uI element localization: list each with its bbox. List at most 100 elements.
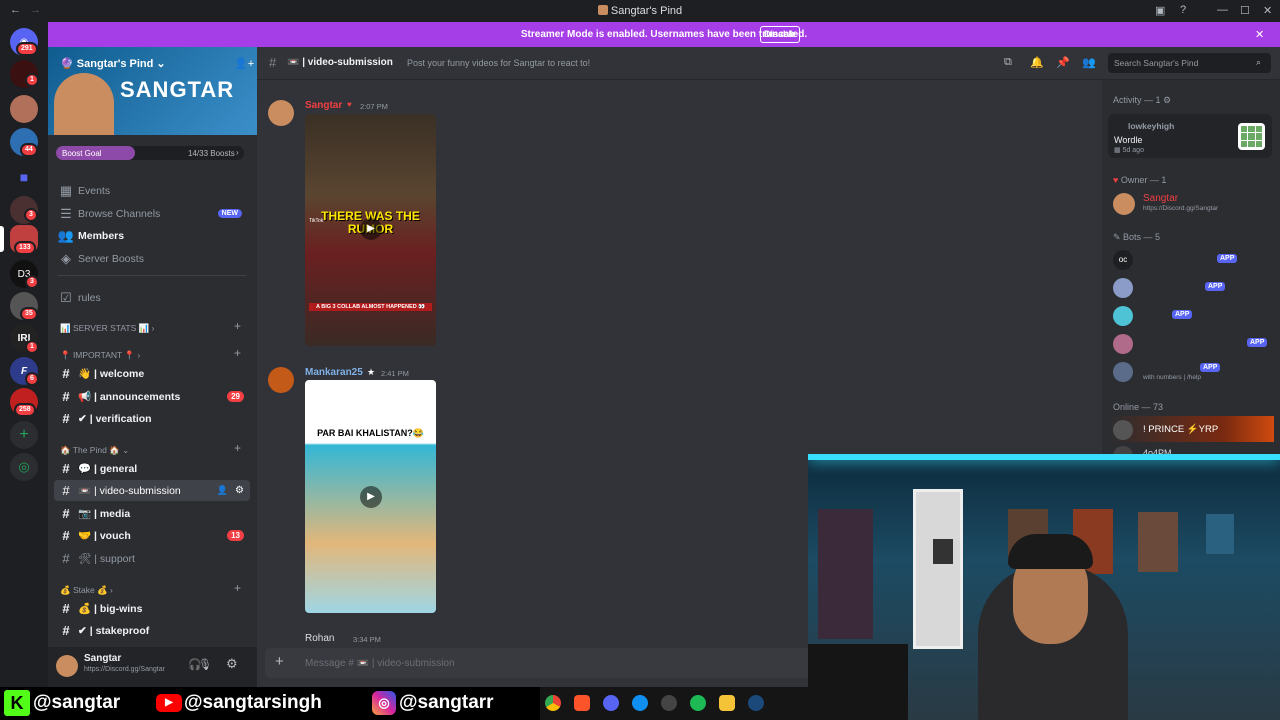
channel-big-wins[interactable]: # 💰 | big-wins bbox=[54, 598, 250, 619]
hash-icon: # bbox=[62, 506, 70, 521]
browse-channels-icon: ☰ bbox=[60, 205, 72, 221]
owner-name[interactable]: Sangtar bbox=[1143, 193, 1178, 204]
user-name[interactable]: Sangtar bbox=[84, 653, 121, 664]
nav-members[interactable]: 👥 Members bbox=[54, 225, 250, 246]
activity-card[interactable]: lowkeyhigh Wordle ▦ 5d ago bbox=[1108, 114, 1272, 158]
nav-browse-channels[interactable]: ☰ Browse Channels NEW bbox=[54, 203, 250, 224]
video-attachment[interactable]: PAR BAI KHALISTAN?😂 ▶ bbox=[305, 380, 436, 613]
channel-vouch[interactable]: # 🤝 | vouch 13 bbox=[54, 525, 250, 546]
channel-support[interactable]: # 🛠 | support bbox=[54, 548, 250, 569]
category-stake[interactable]: 💰 Stake 💰 › bbox=[60, 585, 113, 596]
server-name[interactable]: 🔮 Sangtar's Pind ⌄ bbox=[60, 57, 166, 70]
rules-icon: ☑ bbox=[60, 289, 72, 305]
create-invite-icon[interactable]: 👤 bbox=[217, 485, 228, 496]
boost-goal-bar[interactable]: Boost Goal 14/33 Boosts › bbox=[56, 146, 244, 162]
channel-rules[interactable]: ☑ rules bbox=[54, 287, 250, 308]
avatar[interactable] bbox=[1113, 193, 1135, 215]
category-important[interactable]: 📍 IMPORTANT 📍 › bbox=[60, 350, 140, 361]
play-icon[interactable]: ▶ bbox=[360, 486, 382, 508]
add-channel-icon[interactable]: + bbox=[234, 319, 241, 333]
help-icon[interactable]: ? bbox=[1180, 4, 1186, 16]
avatar[interactable] bbox=[56, 655, 78, 677]
video-attachment[interactable]: THERE WAS THE RUMOR A BIG 3 COLLAB ALMOS… bbox=[305, 114, 436, 346]
avatar bbox=[1113, 420, 1133, 440]
channel-video-submission[interactable]: # 📼 | video-submission 👤 ⚙ bbox=[54, 480, 250, 501]
server-badge: 258 bbox=[14, 403, 36, 417]
message-author[interactable]: Rohan bbox=[305, 633, 334, 644]
server-banner[interactable]: 🔮 Sangtar's Pind ⌄ 👤+ SANGTAR bbox=[48, 47, 257, 135]
member-list-icon[interactable]: 👥 bbox=[1082, 56, 1096, 69]
divider bbox=[58, 275, 246, 276]
chair bbox=[808, 644, 908, 720]
server-badge: 35 bbox=[20, 307, 38, 321]
search-input[interactable]: Search Sangtar's Pind ⌕ bbox=[1108, 53, 1271, 73]
nav-events[interactable]: ▦ Events bbox=[54, 180, 250, 201]
channel-verification[interactable]: # ✔ | verification bbox=[54, 408, 250, 429]
channel-stakeproof[interactable]: # ✔ | stakeproof bbox=[54, 620, 250, 641]
bot-avatar[interactable] bbox=[1113, 278, 1133, 298]
user-settings-gear-icon[interactable]: ⚙ bbox=[226, 656, 238, 672]
add-server-icon[interactable]: + bbox=[10, 421, 38, 449]
bot-avatar[interactable] bbox=[1113, 334, 1133, 354]
message-timestamp: 3:34 PM bbox=[353, 635, 381, 644]
bell-icon[interactable]: 🔔 bbox=[1030, 56, 1044, 69]
headphones-icon[interactable]: 🎧 bbox=[188, 658, 202, 671]
explore-icon[interactable]: ◎ bbox=[10, 453, 38, 481]
server-boost-icon: 🔮 bbox=[60, 58, 77, 70]
add-attachment-icon[interactable]: + bbox=[275, 653, 284, 670]
channel-media[interactable]: # 📷 | media bbox=[54, 503, 250, 524]
avatar[interactable] bbox=[268, 100, 294, 126]
channel-welcome[interactable]: # 👋 | welcome bbox=[54, 363, 250, 384]
add-channel-icon[interactable]: + bbox=[234, 581, 241, 595]
gear-icon[interactable]: ⚙ bbox=[235, 485, 244, 496]
disable-streamer-button[interactable]: Disable bbox=[760, 26, 800, 43]
threads-icon[interactable]: ⧉ bbox=[1004, 56, 1012, 69]
taskbar bbox=[540, 687, 808, 720]
pin-icon[interactable]: 📌 bbox=[1056, 56, 1070, 69]
category-the-pind[interactable]: 🏠 The Pind 🏠 ⌄ bbox=[60, 445, 129, 456]
boost-count: 14/33 Boosts bbox=[188, 149, 235, 158]
channel-general[interactable]: # 💬 | general bbox=[54, 458, 250, 479]
add-channel-icon[interactable]: + bbox=[234, 346, 241, 360]
obs-icon[interactable] bbox=[661, 695, 677, 711]
discord-icon[interactable] bbox=[603, 695, 619, 711]
channel-title: 📼 | video-submission bbox=[287, 57, 393, 68]
invite-people-icon[interactable]: 👤+ bbox=[234, 57, 254, 70]
inbox-icon[interactable]: ▣ bbox=[1155, 4, 1165, 17]
brave-icon[interactable] bbox=[574, 695, 590, 711]
role-icon: ♥ bbox=[347, 100, 352, 109]
spotify-icon[interactable] bbox=[690, 695, 706, 711]
channel-topic[interactable]: Post your funny videos for Sangtar to re… bbox=[407, 58, 590, 68]
minimize-icon[interactable]: — bbox=[1217, 4, 1228, 16]
play-icon[interactable]: ▶ bbox=[360, 218, 382, 240]
channel-announcements[interactable]: # 📢 | announcements 29 bbox=[54, 386, 250, 407]
add-channel-icon[interactable]: + bbox=[234, 441, 241, 455]
video-subcaption: A BIG 3 COLLAB ALMOST HAPPENED 👀 bbox=[309, 303, 432, 311]
message-author[interactable]: Mankaran25 bbox=[305, 367, 363, 378]
avatar[interactable] bbox=[268, 367, 294, 393]
member-row[interactable]: ! PRINCE ⚡YRP bbox=[1108, 416, 1274, 442]
gear-icon[interactable]: ⚙ bbox=[1163, 95, 1171, 105]
server-badge: 1 bbox=[25, 73, 39, 87]
bot-avatar[interactable] bbox=[1113, 362, 1133, 382]
bot-avatar[interactable]: oc bbox=[1113, 250, 1133, 270]
message-composer[interactable]: + Message # 📼 | video-submission bbox=[265, 648, 825, 678]
chrome-icon[interactable] bbox=[545, 695, 561, 711]
message-author[interactable]: Sangtar bbox=[305, 100, 342, 111]
bot-avatar[interactable] bbox=[1113, 306, 1133, 326]
steam-icon[interactable] bbox=[748, 695, 764, 711]
nav-server-boosts[interactable]: ◈ Server Boosts bbox=[54, 248, 250, 269]
youtube-handle: @sangtarsingh bbox=[184, 692, 322, 713]
instagram-handle: @sangtarr bbox=[399, 692, 494, 713]
boost-goal-label: Boost Goal bbox=[62, 149, 102, 158]
close-window-icon[interactable]: ✕ bbox=[1263, 4, 1272, 17]
bot-role-icon: ✎ bbox=[1113, 232, 1124, 242]
folder-icon[interactable]: ■ bbox=[10, 163, 38, 191]
category-server-stats[interactable]: 📊 SERVER STATS 📊 › bbox=[60, 323, 154, 334]
maximize-icon[interactable]: ☐ bbox=[1240, 4, 1250, 17]
server-icon[interactable] bbox=[10, 95, 38, 123]
file-explorer-icon[interactable] bbox=[719, 695, 735, 711]
edge-icon[interactable] bbox=[632, 695, 648, 711]
member-name: ! PRINCE ⚡YRP bbox=[1143, 424, 1219, 435]
close-banner-icon[interactable]: ✕ bbox=[1255, 28, 1264, 41]
